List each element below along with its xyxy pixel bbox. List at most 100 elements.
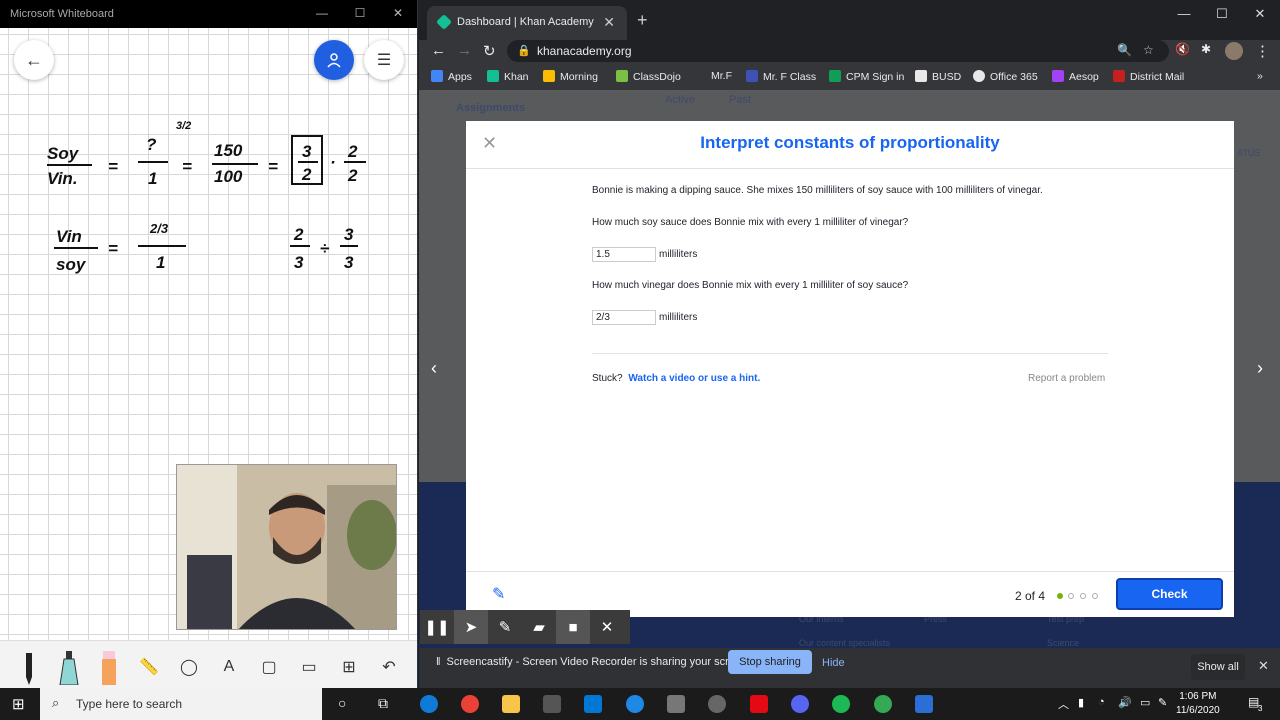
chrome-icon[interactable] (461, 695, 479, 713)
discord-icon[interactable] (791, 695, 809, 713)
answer-1-input[interactable]: 1.5 (592, 247, 656, 262)
classroom-icon (746, 70, 758, 82)
stop-sharing-button[interactable]: Stop sharing (728, 650, 812, 674)
office-icon (973, 70, 985, 82)
bookmark-item[interactable]: ClassDojo (616, 70, 681, 83)
new-tab-icon[interactable]: + (637, 10, 648, 31)
edge-icon[interactable] (420, 695, 438, 713)
tab-close-icon[interactable]: ✕ (603, 14, 615, 31)
battery-icon[interactable]: ▭ (1140, 696, 1150, 709)
maximize-icon[interactable]: ☐ (348, 6, 372, 20)
profile-avatar[interactable] (1225, 42, 1243, 60)
pinned-app-icon[interactable] (626, 695, 644, 713)
camera-icon[interactable] (708, 695, 726, 713)
cortana-icon[interactable]: ○ (338, 695, 346, 711)
aesop-icon (1052, 70, 1064, 82)
calculator-icon[interactable] (667, 695, 685, 713)
tray-overflow-icon[interactable]: ︿ (1058, 696, 1069, 712)
close-icon[interactable]: ✕ (386, 6, 410, 20)
prev-arrow-icon[interactable]: ‹ (431, 358, 437, 379)
mute-icon[interactable]: 🔇 (1175, 42, 1190, 56)
show-all-button[interactable]: Show all (1191, 654, 1245, 680)
close-icon[interactable]: ✕ (1258, 658, 1269, 674)
camera-icon[interactable]: ■ (556, 610, 590, 644)
cursor-icon[interactable]: ➤ (454, 610, 488, 644)
pen-teal-tool[interactable] (52, 647, 86, 687)
bookmark-item[interactable]: Mr.F (711, 70, 732, 82)
store-icon[interactable] (543, 695, 561, 713)
bookmark-item[interactable]: CPM Sign in (829, 70, 904, 83)
bookmark-item[interactable]: District Mail (1113, 70, 1184, 83)
pause-icon[interactable]: ❚❚ (420, 610, 454, 644)
lasso-tool[interactable]: ◯ (172, 647, 206, 687)
volume-icon[interactable]: 🔊 (1118, 696, 1132, 709)
bookmark-item[interactable]: BUSD (915, 70, 961, 83)
answer-2-input[interactable]: 2/3 (592, 310, 656, 325)
pen-workspace-icon[interactable]: ✎ (1158, 696, 1167, 709)
report-problem-link[interactable]: Report a problem (1028, 373, 1105, 384)
windows-start-icon[interactable]: ⊞ (12, 695, 25, 713)
chrome-active-icon[interactable] (874, 695, 892, 713)
close-icon[interactable]: ✕ (590, 610, 624, 644)
task-view-icon[interactable]: ⧉ (378, 695, 388, 712)
pen-icon[interactable]: ✎ (488, 610, 522, 644)
scratchpad-icon[interactable]: ✎ (492, 584, 505, 604)
next-arrow-icon[interactable]: › (1257, 358, 1263, 379)
back-icon[interactable]: ← (431, 42, 446, 59)
bookmark-item[interactable]: Office 365 (973, 70, 1038, 83)
minimize-icon[interactable]: — (310, 6, 334, 20)
close-icon[interactable]: ✕ (1240, 6, 1280, 22)
mail-icon[interactable] (584, 695, 602, 713)
file-explorer-icon[interactable] (502, 695, 520, 713)
progress-dot (1080, 593, 1086, 599)
apps-grid-icon (431, 70, 443, 82)
footer-link[interactable]: Science (1047, 638, 1079, 648)
hide-button[interactable]: Hide (822, 657, 845, 669)
maximize-icon[interactable]: ☐ (1202, 6, 1242, 22)
footer-link[interactable]: Our content specialists (799, 638, 890, 648)
search-placeholder: Type here to search (76, 697, 183, 711)
usb-icon[interactable]: ▮ (1078, 696, 1084, 709)
spotify-icon[interactable] (832, 695, 850, 713)
hint-link[interactable]: Watch a video or use a hint. (628, 373, 760, 384)
note-tool[interactable]: ▢ (252, 647, 286, 687)
tab-strip: Dashboard | Khan Academy ✕ + — ☐ ✕ (419, 0, 1280, 40)
ink-text: 2 (301, 165, 312, 184)
star-icon[interactable]: ☆ (1143, 43, 1154, 57)
forward-icon[interactable]: → (457, 42, 472, 59)
ink-text: 1 (148, 169, 157, 188)
address-bar[interactable]: 🔒 khanacademy.org 🔍 ☆ (507, 40, 1169, 62)
image-tool[interactable]: ▭ (292, 647, 326, 687)
netflix-icon[interactable] (750, 695, 768, 713)
bookmark-item[interactable]: Khan (487, 70, 529, 83)
extensions-icon[interactable]: ✱ (1201, 42, 1211, 56)
ink-text: 150 (214, 141, 243, 160)
tab-khan-dashboard[interactable]: Dashboard | Khan Academy ✕ (427, 6, 627, 40)
network-icon[interactable]: ◔ (1098, 696, 1105, 708)
bookmarks-more-icon[interactable]: » (1257, 70, 1263, 82)
more-menu-icon[interactable]: ⋮ (1255, 42, 1270, 60)
bookmark-item[interactable]: Mr. F Class (746, 70, 816, 83)
bookmark-item[interactable]: Aesop (1052, 70, 1099, 83)
highlighter-icon[interactable]: ▰ (522, 610, 556, 644)
tab-active[interactable]: Active (665, 94, 695, 106)
check-button[interactable]: Check (1116, 578, 1223, 610)
minimize-icon[interactable]: — (1164, 6, 1204, 21)
whiteboard-icon[interactable] (915, 695, 933, 713)
reload-icon[interactable]: ↻ (483, 42, 496, 60)
taskbar-search[interactable]: ⌕ Type here to search (40, 688, 322, 720)
progress-text: 2 of 4 (1015, 589, 1046, 603)
ruler-tool[interactable]: 📏 (132, 647, 166, 687)
pen-black-tool[interactable] (12, 647, 46, 687)
text-tool[interactable]: A (212, 647, 246, 687)
bookmark-item[interactable]: Morning (543, 70, 598, 83)
insert-tool[interactable]: ⊞ (332, 647, 366, 687)
undo-tool[interactable]: ↶ (372, 647, 406, 687)
search-icon[interactable]: 🔍 (1117, 43, 1132, 57)
taskbar-clock[interactable]: 1:06 PM 11/6/2020 (1176, 690, 1220, 718)
whiteboard-canvas[interactable]: ← ☰ Soy Vin. = 3/2 ? 1 = 150 100 = 3 2 ·… (0, 28, 417, 640)
highlighter-tool[interactable] (92, 647, 126, 687)
tab-past[interactable]: Past (729, 94, 751, 106)
bookmark-item[interactable]: Apps (431, 70, 472, 83)
lock-icon: 🔒 (517, 45, 531, 57)
